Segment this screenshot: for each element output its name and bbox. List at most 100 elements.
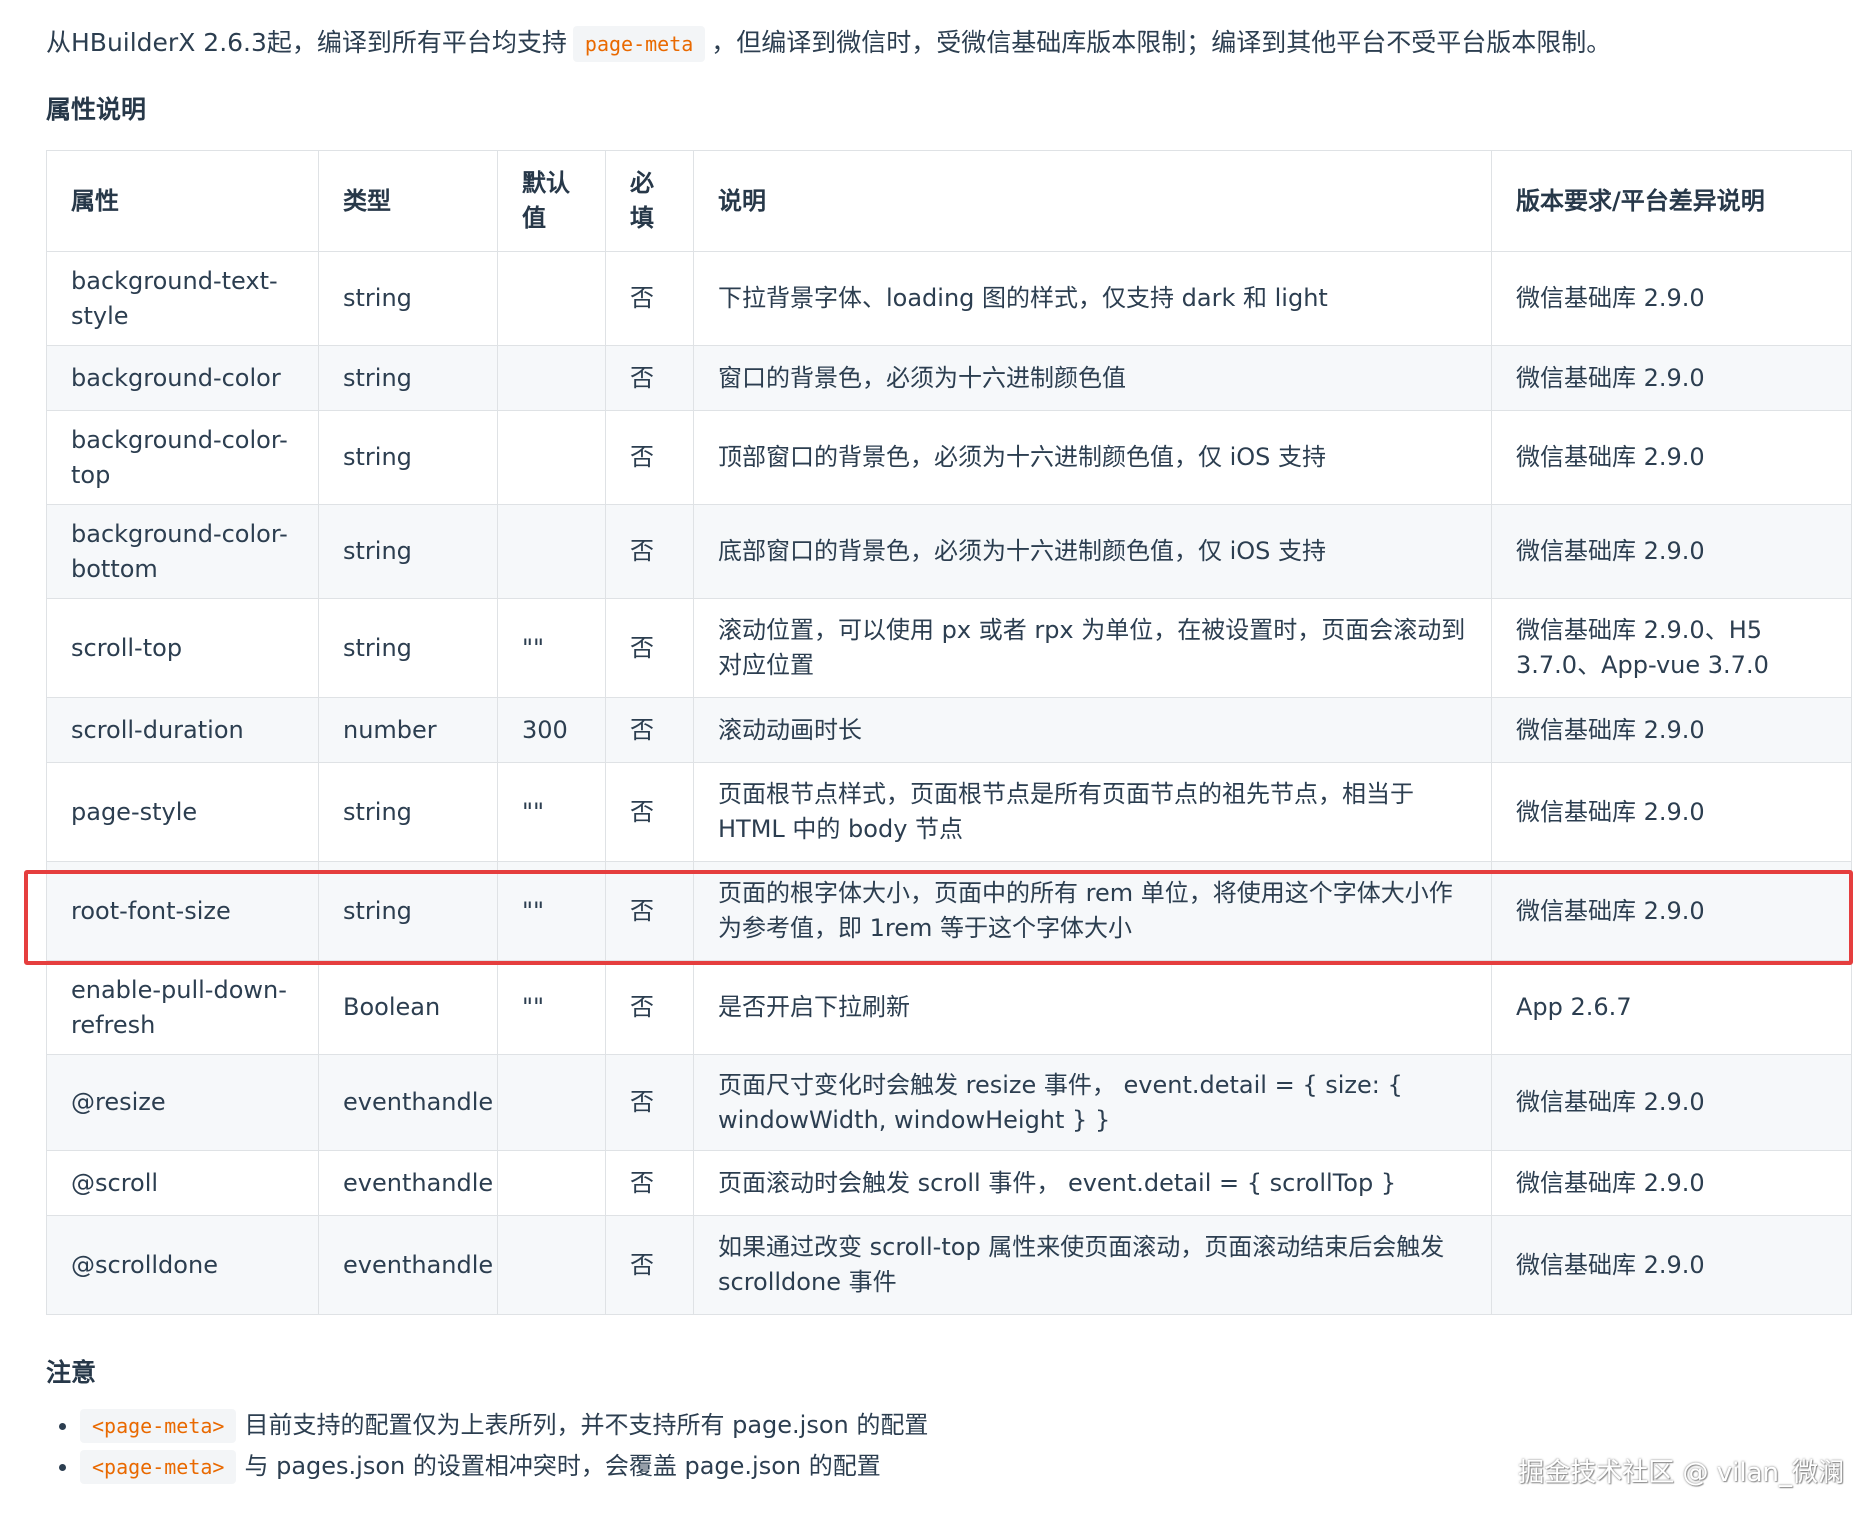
cell-desc: 页面根节点样式，页面根节点是所有页面节点的祖先节点，相当于 HTML 中的 bo… — [693, 762, 1492, 862]
cell-attr: background-text-style — [46, 251, 319, 346]
cell-attr: page-style — [46, 762, 319, 862]
cell-default — [497, 1054, 606, 1151]
cell-type: string — [318, 410, 498, 505]
inline-code-page-meta-tag: <page-meta> — [80, 1409, 237, 1443]
table-row: page-style string "" 否页面根节点样式，页面根节点是所有页面节点的… — [46, 762, 1852, 862]
cell-default — [497, 410, 606, 505]
section-title-notes: 注意 — [46, 1358, 97, 1387]
cell-required: 否 — [605, 960, 694, 1055]
cell-desc: 底部窗口的背景色，必须为十六进制颜色值，仅 iOS 支持 — [693, 504, 1492, 599]
cell-default — [497, 504, 606, 599]
note-text: 目前支持的配置仅为上表所列，并不支持所有 page.json 的配置 — [244, 1411, 929, 1439]
cell-default — [497, 345, 606, 411]
cell-desc: 下拉背景字体、loading 图的样式，仅支持 dark 和 light — [693, 251, 1492, 346]
cell-attr: @resize — [46, 1054, 319, 1151]
header-type: 类型 — [318, 150, 498, 252]
table-row: @scroll eventhandle 否页面滚动时会触发 scroll 事件， e… — [46, 1150, 1852, 1216]
header-attr: 属性 — [46, 150, 319, 252]
header-required: 必填 — [605, 150, 694, 252]
note-text: 与 pages.json 的设置相冲突时，会覆盖 page.json 的配置 — [244, 1452, 881, 1480]
cell-version: 微信基础库 2.9.0 — [1491, 345, 1852, 411]
cell-attr: background-color — [46, 345, 319, 411]
cell-version: 微信基础库 2.9.0 — [1491, 861, 1852, 961]
header-version: 版本要求/平台差异说明 — [1491, 150, 1852, 252]
cell-required: 否 — [605, 410, 694, 505]
cell-desc: 是否开启下拉刷新 — [693, 960, 1492, 1055]
cell-type: string — [318, 345, 498, 411]
cell-required: 否 — [605, 345, 694, 411]
cell-default: "" — [497, 598, 606, 698]
cell-version: 微信基础库 2.9.0 — [1491, 697, 1852, 763]
table-row: background-color string 否窗口的背景色，必须为十六进制颜色值… — [46, 345, 1852, 411]
cell-default: "" — [497, 762, 606, 862]
cell-desc: 顶部窗口的背景色，必须为十六进制颜色值，仅 iOS 支持 — [693, 410, 1492, 505]
cell-type: number — [318, 697, 498, 763]
cell-desc: 滚动位置，可以使用 px 或者 rpx 为单位，在被设置时，页面会滚动到对应位置 — [693, 598, 1492, 698]
cell-version: 微信基础库 2.9.0 — [1491, 410, 1852, 505]
cell-attr: background-color-bottom — [46, 504, 319, 599]
cell-version: 微信基础库 2.9.0 — [1491, 1150, 1852, 1216]
cell-required: 否 — [605, 598, 694, 698]
cell-desc: 如果通过改变 scroll-top 属性来使页面滚动，页面滚动结束后会触发 sc… — [693, 1215, 1492, 1315]
table-row: root-font-size string "" 否页面的根字体大小，页面中的所有 r… — [46, 861, 1852, 961]
cell-required: 否 — [605, 861, 694, 961]
list-item: <page-meta>目前支持的配置仅为上表所列，并不支持所有 page.jso… — [80, 1405, 928, 1446]
notes-list: <page-meta>目前支持的配置仅为上表所列，并不支持所有 page.jso… — [46, 1405, 928, 1487]
table-row: @resize eventhandle 否页面尺寸变化时会触发 resize 事件，… — [46, 1054, 1852, 1151]
header-desc: 说明 — [693, 150, 1492, 252]
cell-attr: @scroll — [46, 1150, 319, 1216]
table-row: enable-pull-down-refresh Boolean "" 否是否开启下拉… — [46, 960, 1852, 1055]
cell-required: 否 — [605, 697, 694, 763]
header-default: 默认值 — [497, 150, 606, 252]
cell-type: eventhandle — [318, 1054, 498, 1151]
cell-attr: background-color-top — [46, 410, 319, 505]
cell-type: string — [318, 504, 498, 599]
cell-type: string — [318, 598, 498, 698]
cell-default — [497, 251, 606, 346]
table-row: @scrolldone eventhandle 否如果通过改变 scroll-top… — [46, 1215, 1852, 1315]
cell-attr: enable-pull-down-refresh — [46, 960, 319, 1055]
cell-default: "" — [497, 861, 606, 961]
cell-required: 否 — [605, 1215, 694, 1315]
cell-attr: root-font-size — [46, 861, 319, 961]
cell-version: 微信基础库 2.9.0 — [1491, 1054, 1852, 1151]
cell-required: 否 — [605, 251, 694, 346]
cell-type: eventhandle — [318, 1215, 498, 1315]
list-item: <page-meta>与 pages.json 的设置相冲突时，会覆盖 page… — [80, 1446, 928, 1487]
cell-default — [497, 1215, 606, 1315]
cell-type: string — [318, 251, 498, 346]
cell-version: App 2.6.7 — [1491, 960, 1852, 1055]
cell-attr: scroll-duration — [46, 697, 319, 763]
cell-attr: scroll-top — [46, 598, 319, 698]
cell-attr: @scrolldone — [46, 1215, 319, 1315]
cell-required: 否 — [605, 1054, 694, 1151]
cell-default: 300 — [497, 697, 606, 763]
cell-desc: 页面滚动时会触发 scroll 事件， event.detail = { scr… — [693, 1150, 1492, 1216]
cell-version: 微信基础库 2.9.0 — [1491, 1215, 1852, 1315]
properties-table: 属性 类型 默认值 必填 说明 版本要求/平台差异说明 background-t… — [46, 150, 1852, 1315]
cell-type: eventhandle — [318, 1150, 498, 1216]
cell-version: 微信基础库 2.9.0、H5 3.7.0、App-vue 3.7.0 — [1491, 598, 1852, 698]
cell-required: 否 — [605, 762, 694, 862]
cell-desc: 页面尺寸变化时会触发 resize 事件， event.detail = { s… — [693, 1054, 1492, 1151]
cell-version: 微信基础库 2.9.0 — [1491, 504, 1852, 599]
intro-paragraph: 从HBuilderX 2.6.3起，编译到所有平台均支持 page-meta ，但编… — [46, 22, 1846, 65]
cell-type: string — [318, 762, 498, 862]
table-row: scroll-duration number 300 否滚动动画时长 微信基础库 2.9… — [46, 697, 1852, 763]
table-row: background-text-style string 否下拉背景字体、loadi… — [46, 251, 1852, 346]
table-header-row: 属性 类型 默认值 必填 说明 版本要求/平台差异说明 — [46, 150, 1852, 252]
watermark: 掘金技术社区 @ vilan_微澜 — [1518, 1458, 1844, 1488]
cell-version: 微信基础库 2.9.0 — [1491, 251, 1852, 346]
inline-code-page-meta: page-meta — [572, 26, 706, 62]
table-row: background-color-bottom string 否底部窗口的背景色，必… — [46, 504, 1852, 599]
intro-text-before: 从HBuilderX 2.6.3起，编译到所有平台均支持 — [46, 28, 567, 57]
cell-default: "" — [497, 960, 606, 1055]
section-title-properties: 属性说明 — [46, 95, 147, 124]
cell-type: string — [318, 861, 498, 961]
cell-version: 微信基础库 2.9.0 — [1491, 762, 1852, 862]
inline-code-page-meta-tag: <page-meta> — [80, 1450, 237, 1484]
table-row: scroll-top string "" 否滚动位置，可以使用 px 或者 rpx 为… — [46, 598, 1852, 698]
cell-type: Boolean — [318, 960, 498, 1055]
cell-desc: 窗口的背景色，必须为十六进制颜色值 — [693, 345, 1492, 411]
cell-desc: 页面的根字体大小，页面中的所有 rem 单位，将使用这个字体大小作为参考值，即 … — [693, 861, 1492, 961]
